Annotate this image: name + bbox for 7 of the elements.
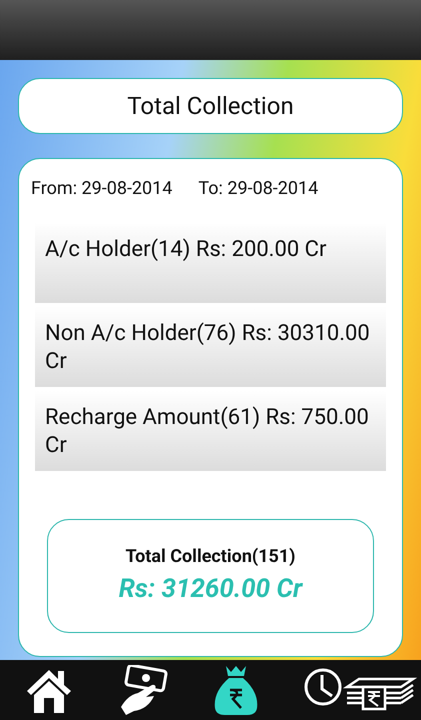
summary-amount: Rs: 31260.00 Cr [118, 573, 302, 606]
summary-label: Total Collection(151) [125, 545, 296, 569]
clock-cash-icon[interactable] [302, 667, 419, 713]
money-bag-icon[interactable] [213, 664, 260, 716]
page-title: Total Collection [18, 78, 403, 134]
from-date: From: 29-08-2014 [31, 177, 172, 201]
to-date: To: 29-08-2014 [198, 177, 318, 201]
